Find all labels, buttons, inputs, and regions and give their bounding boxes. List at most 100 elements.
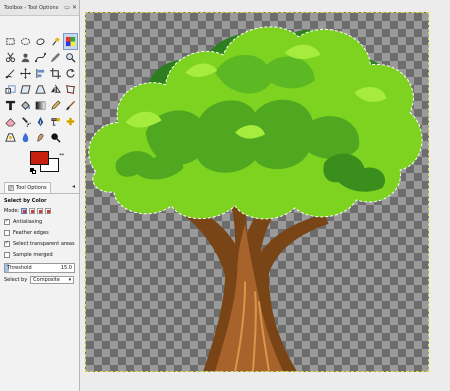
- options-section-title: Select by Color: [4, 198, 47, 204]
- align-tool[interactable]: [34, 66, 47, 81]
- dodge-burn-icon: [51, 133, 61, 143]
- threshold-label: Threshold: [7, 265, 32, 271]
- dodge-burn-tool[interactable]: [49, 130, 62, 145]
- antialiasing-label: Antialiasing: [13, 218, 43, 225]
- blend-icon: [35, 101, 46, 110]
- toolbox-panel: Toolbox - Tool Options ▭ ✕ ↔ Tool Option…: [0, 0, 80, 391]
- airbrush-tool[interactable]: [19, 114, 32, 129]
- color-area: ↔: [0, 149, 79, 179]
- mode-intersect-button[interactable]: [45, 207, 52, 214]
- smudge-icon: [37, 133, 44, 142]
- measure-tool[interactable]: [4, 66, 17, 81]
- minimize-icon[interactable]: ▭: [64, 4, 70, 11]
- rotate-icon: [66, 68, 75, 78]
- threshold-value: 15.0: [60, 265, 72, 271]
- shear-icon: [20, 85, 31, 94]
- threshold-slider[interactable]: Threshold 15.0: [4, 263, 75, 273]
- flip-tool[interactable]: [49, 82, 62, 97]
- perspective-icon: [35, 85, 46, 94]
- rotate-tool[interactable]: [64, 66, 77, 81]
- bucket-fill-tool[interactable]: [19, 98, 32, 113]
- pencil-tool[interactable]: [49, 98, 62, 113]
- smudge-tool[interactable]: [34, 130, 47, 145]
- clone-tool[interactable]: [49, 114, 62, 129]
- paintbrush-icon: [65, 100, 76, 111]
- rect-select-tool[interactable]: [4, 34, 17, 49]
- tab-menu-icon[interactable]: ◂: [72, 183, 75, 190]
- paintbrush-tool[interactable]: [64, 98, 77, 113]
- image-canvas[interactable]: [85, 12, 429, 372]
- flip-icon: [50, 84, 61, 95]
- tab-bar: Tool Options ◂: [0, 182, 79, 194]
- color-picker-icon: [50, 52, 61, 63]
- feather-edges-label: Feather edges: [13, 229, 49, 236]
- free-select-tool[interactable]: [34, 34, 47, 49]
- scissors-select-tool[interactable]: [4, 50, 17, 65]
- select-by-color-tool[interactable]: [63, 33, 78, 50]
- select-transparent-label: Select transparent areas: [13, 240, 75, 247]
- text-tool[interactable]: [4, 98, 17, 113]
- paths-icon: [35, 52, 46, 63]
- default-colors-icon[interactable]: [30, 168, 36, 174]
- crop-tool[interactable]: [49, 66, 62, 81]
- perspective-clone-tool[interactable]: [4, 130, 17, 145]
- feather-edges-option[interactable]: Feather edges: [0, 227, 79, 238]
- select-by-label: Select by: [4, 277, 28, 283]
- close-icon[interactable]: ✕: [72, 4, 77, 11]
- ink-tool[interactable]: [34, 114, 47, 129]
- foreground-select-icon: [21, 53, 30, 63]
- tree-image: [88, 26, 423, 371]
- select-by-value: Composite: [33, 277, 60, 283]
- measure-icon: [5, 69, 15, 79]
- sample-merged-option[interactable]: Sample merged: [0, 249, 79, 260]
- select-transparent-option[interactable]: ✓ Select transparent areas: [0, 238, 79, 249]
- eraser-tool[interactable]: [4, 114, 17, 129]
- align-icon: [36, 68, 45, 79]
- chevron-down-icon: ▾: [68, 277, 72, 283]
- mode-subtract-button[interactable]: [37, 207, 44, 214]
- antialiasing-option[interactable]: ✓ Antialiasing: [0, 216, 79, 227]
- eraser-icon: [5, 118, 16, 127]
- clone-icon: [51, 117, 61, 126]
- select-by-color-icon: [65, 36, 76, 47]
- canvas-area[interactable]: [80, 0, 450, 391]
- tab-tool-options[interactable]: Tool Options: [4, 182, 51, 193]
- zoom-icon: [66, 53, 76, 63]
- mode-row: Mode:: [0, 205, 79, 216]
- perspective-tool[interactable]: [34, 82, 47, 97]
- blur-icon: [22, 132, 29, 143]
- sample-merged-checkbox[interactable]: [4, 251, 10, 258]
- paths-tool[interactable]: [34, 50, 47, 65]
- blur-tool[interactable]: [19, 130, 32, 145]
- tool-options-icon: [8, 185, 14, 191]
- fuzzy-select-icon: [52, 36, 61, 46]
- foreground-color-swatch[interactable]: [30, 151, 49, 165]
- swap-colors-icon[interactable]: ↔: [59, 151, 64, 158]
- heal-tool[interactable]: [64, 114, 77, 129]
- select-transparent-checkbox[interactable]: ✓: [4, 240, 10, 247]
- foreground-select-tool[interactable]: [19, 50, 32, 65]
- mode-add-button[interactable]: [29, 207, 36, 214]
- tab-label: Tool Options: [16, 185, 47, 191]
- move-tool[interactable]: [19, 66, 32, 81]
- blend-tool[interactable]: [34, 98, 47, 113]
- bucket-fill-icon: [21, 101, 30, 110]
- tool-grid: [0, 14, 79, 145]
- pencil-icon: [51, 100, 61, 110]
- scale-tool[interactable]: [4, 82, 17, 97]
- cage-transform-tool[interactable]: [64, 82, 77, 97]
- ellipse-select-icon: [20, 38, 31, 45]
- zoom-tool[interactable]: [64, 50, 77, 65]
- cage-transform-icon: [65, 84, 76, 95]
- sample-merged-label: Sample merged: [13, 251, 53, 258]
- ink-icon: [37, 116, 44, 127]
- move-icon: [20, 68, 31, 79]
- feather-edges-checkbox[interactable]: [4, 229, 10, 236]
- color-picker-tool[interactable]: [49, 50, 62, 65]
- select-by-dropdown[interactable]: Composite ▾: [30, 276, 75, 284]
- mode-replace-button[interactable]: [21, 207, 28, 214]
- fuzzy-select-tool[interactable]: [49, 34, 62, 49]
- shear-tool[interactable]: [19, 82, 32, 97]
- antialiasing-checkbox[interactable]: ✓: [4, 218, 10, 225]
- ellipse-select-tool[interactable]: [19, 34, 32, 49]
